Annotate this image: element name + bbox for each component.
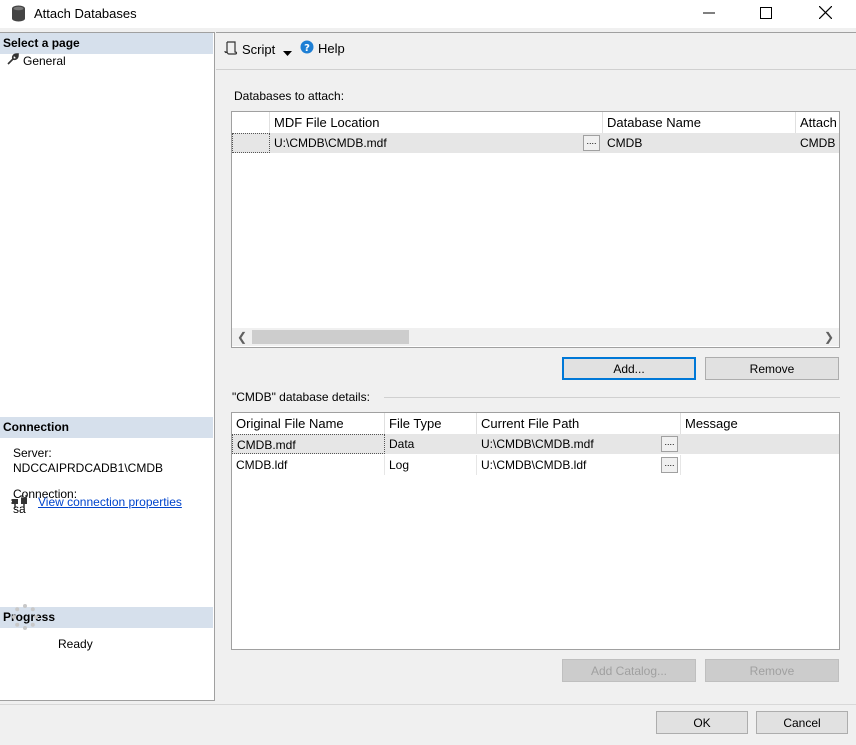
page-item-label: General <box>23 53 66 68</box>
connection-heading: Connection <box>0 417 213 438</box>
column-header-original-file-name[interactable]: Original File Name <box>232 413 385 434</box>
title-bar: Attach Databases <box>0 0 856 28</box>
plug-icon <box>11 495 29 512</box>
original-file-name-cell[interactable]: CMDB.mdf <box>232 434 385 454</box>
toolbar: Script ? Help <box>216 32 856 70</box>
attach-as-cell[interactable]: CMDB <box>796 133 839 153</box>
browse-path-button[interactable]: .... <box>661 436 678 452</box>
scrollbar-thumb[interactable] <box>252 330 409 344</box>
page-item-general[interactable]: General <box>7 53 66 68</box>
minimize-button[interactable] <box>686 0 732 28</box>
details-grid[interactable]: Original File Name File Type Current Fil… <box>231 412 840 650</box>
attach-grid[interactable]: MDF File Location Database Name Attach A… <box>231 111 840 348</box>
mdf-cell[interactable]: U:\CMDB\CMDB.mdf <box>270 133 603 153</box>
message-cell[interactable] <box>681 455 839 475</box>
message-cell[interactable] <box>681 434 839 454</box>
help-icon: ? <box>300 40 314 57</box>
column-header-mdf[interactable]: MDF File Location <box>270 112 603 133</box>
row-selector[interactable] <box>232 133 270 153</box>
script-icon <box>224 41 238 58</box>
maximize-button[interactable] <box>743 0 789 28</box>
server-label: Server: <box>13 446 52 460</box>
help-label: Help <box>318 41 345 56</box>
svg-text:?: ? <box>304 43 310 54</box>
scroll-right-icon[interactable]: ❯ <box>824 330 834 344</box>
dropdown-icon[interactable] <box>283 46 292 60</box>
close-icon <box>818 5 832 22</box>
current-file-path-cell[interactable]: U:\CMDB\CMDB.mdf <box>477 434 681 454</box>
add-button[interactable]: Add... <box>562 357 696 380</box>
wrench-icon <box>7 53 19 68</box>
browse-mdf-button[interactable]: .... <box>583 135 600 151</box>
footer-divider <box>0 704 856 705</box>
row-header-column <box>232 112 270 133</box>
current-file-path-value: U:\CMDB\CMDB.ldf <box>481 458 587 472</box>
cancel-button[interactable]: Cancel <box>756 711 848 734</box>
server-value: NDCCAIPRDCADB1\CMDB <box>13 461 164 475</box>
database-icon <box>11 5 26 25</box>
column-header-current-file-path[interactable]: Current File Path <box>477 413 681 434</box>
database-name-cell[interactable]: CMDB <box>603 133 796 153</box>
details-group-divider <box>384 397 840 398</box>
add-catalog-button[interactable]: Add Catalog... <box>562 659 696 682</box>
progress-status: Ready <box>58 637 93 651</box>
ok-button[interactable]: OK <box>656 711 748 734</box>
attach-group-label: Databases to attach: <box>234 89 345 103</box>
remove-details-button[interactable]: Remove <box>705 659 839 682</box>
script-label: Script <box>242 42 276 57</box>
window-title: Attach Databases <box>34 6 137 21</box>
browse-path-button[interactable]: .... <box>661 457 678 473</box>
column-header-attach-as[interactable]: Attach As <box>796 112 839 133</box>
current-file-path-value: U:\CMDB\CMDB.mdf <box>481 437 594 451</box>
left-panel: Select a page General Connection Server:… <box>0 32 215 701</box>
column-header-database-name[interactable]: Database Name <box>603 112 796 133</box>
maximize-icon <box>760 6 772 22</box>
minimize-icon <box>703 7 715 22</box>
help-button[interactable]: ? Help <box>300 40 345 57</box>
details-group-label: "CMDB" database details: <box>232 390 370 404</box>
column-header-message[interactable]: Message <box>681 413 839 434</box>
view-connection-properties-link[interactable]: View connection properties <box>38 495 182 509</box>
script-button[interactable]: Script <box>224 41 275 58</box>
scroll-left-icon[interactable]: ❮ <box>237 330 247 344</box>
select-page-heading: Select a page <box>0 33 213 54</box>
column-header-file-type[interactable]: File Type <box>385 413 477 434</box>
file-type-cell[interactable]: Data <box>385 434 477 454</box>
current-file-path-cell[interactable]: U:\CMDB\CMDB.ldf <box>477 455 681 475</box>
original-file-name-cell[interactable]: CMDB.ldf <box>232 455 385 475</box>
file-type-cell[interactable]: Log <box>385 455 477 475</box>
spinner-icon <box>11 603 39 634</box>
close-button[interactable] <box>802 0 848 28</box>
horizontal-scrollbar[interactable]: ❮ ❯ <box>232 328 839 346</box>
remove-attach-button[interactable]: Remove <box>705 357 839 380</box>
mdf-value: U:\CMDB\CMDB.mdf <box>274 136 387 150</box>
